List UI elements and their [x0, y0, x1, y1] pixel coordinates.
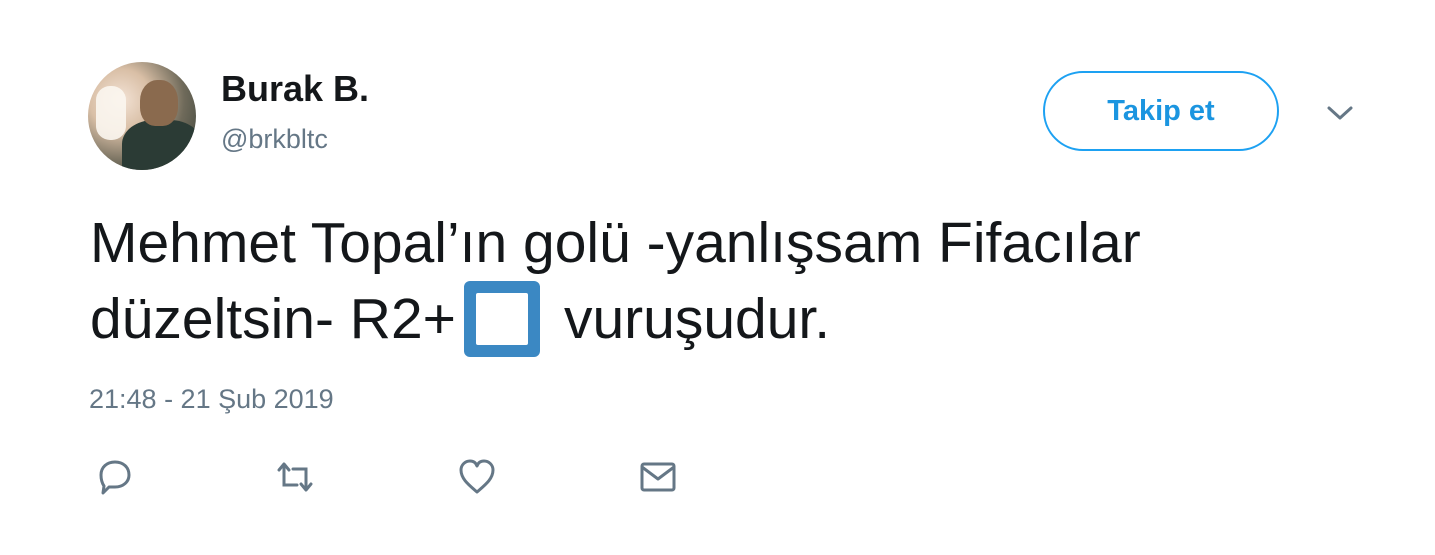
tweet-text-line-2-end: vuruşudur. [563, 287, 831, 351]
white-square-button-emoji [463, 280, 540, 357]
display-name[interactable]: Burak B. [221, 68, 369, 110]
tweet-text-line-1: Mehmet Topal’ın golü -yanlışsam Fifacıla… [90, 211, 1141, 275]
retweet-icon[interactable] [273, 455, 317, 499]
avatar-body [122, 120, 196, 170]
tweet-timestamp[interactable]: 21:48 - 21 Şub 2019 [89, 384, 334, 415]
heart-icon[interactable] [455, 455, 499, 499]
avatar[interactable] [88, 62, 196, 170]
envelope-icon[interactable] [636, 455, 680, 499]
reply-icon[interactable] [93, 455, 137, 499]
tweet-text-line-2-start: düzeltsin- R2+ [90, 287, 456, 351]
tweet-text-line-2: düzeltsin- R2+ vuruşudur. [90, 280, 1370, 357]
follow-button[interactable]: Takip et [1043, 71, 1279, 151]
avatar-background [96, 86, 126, 140]
tweet-actions [0, 455, 1435, 505]
chevron-down-icon[interactable] [1324, 101, 1356, 125]
user-handle[interactable]: @brkbltc [221, 124, 328, 155]
tweet-card: Burak B. @brkbltc Takip et Mehmet Topal’… [0, 0, 1435, 555]
tweet-text: Mehmet Topal’ın golü -yanlışsam Fifacıla… [90, 205, 1370, 357]
avatar-face [140, 80, 178, 126]
